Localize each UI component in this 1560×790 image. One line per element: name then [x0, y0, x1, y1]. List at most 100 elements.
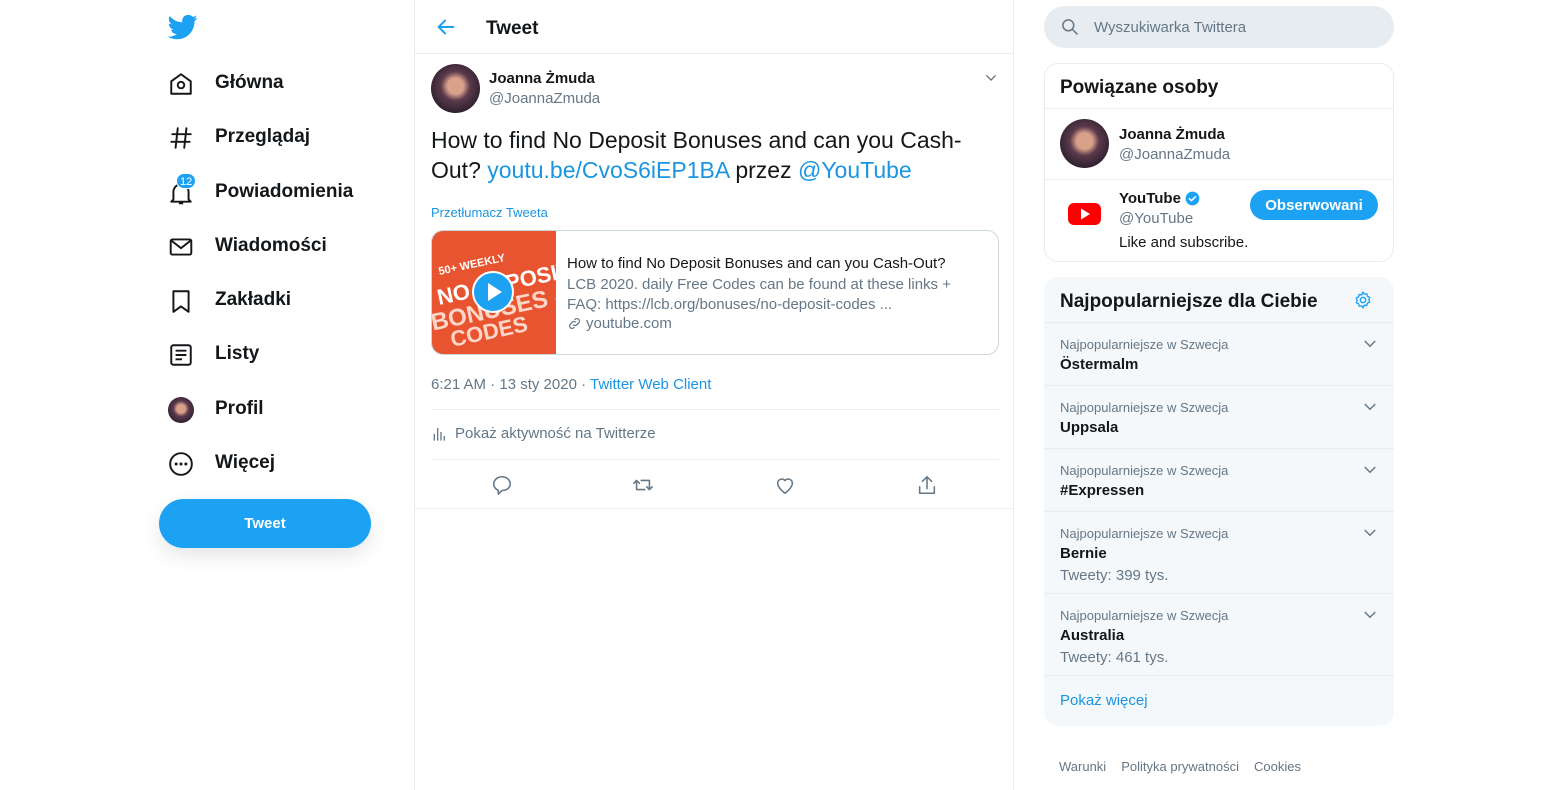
- notification-badge: 12: [176, 173, 197, 189]
- nav-label: Więcej: [215, 452, 276, 473]
- nav-item-home[interactable]: Główna: [150, 60, 390, 106]
- trend-context: Najpopularniejsze w Szwecja: [1060, 400, 1229, 415]
- card-description: LCB 2020. daily Free Codes can be found …: [567, 276, 951, 313]
- trend-tweet-count: Tweety: 461 tys.: [1060, 649, 1169, 666]
- nav-item-more[interactable]: Więcej: [150, 440, 390, 486]
- trend-name: #Expressen: [1060, 482, 1145, 499]
- tweet-time[interactable]: 6:21 AM · 13 sty 2020 ·: [431, 376, 590, 393]
- nav-label: Główna: [215, 72, 284, 93]
- related-person-handle[interactable]: @YouTube: [1119, 210, 1193, 227]
- bookmark-icon: [172, 290, 190, 313]
- author-name[interactable]: Joanna Żmuda: [489, 70, 595, 87]
- search-input[interactable]: [1094, 17, 1374, 37]
- link-icon: [569, 318, 580, 329]
- avatar[interactable]: [1060, 119, 1109, 168]
- share-icon[interactable]: [916, 474, 938, 496]
- trend-name: Bernie: [1060, 545, 1107, 562]
- nav-label: Wiadomości: [215, 235, 327, 256]
- nav-item-messages[interactable]: Wiadomości: [150, 223, 390, 269]
- trends-panel: Najpopularniejsze dla Ciebie Najpopularn…: [1044, 277, 1394, 726]
- search-icon: [1062, 19, 1078, 35]
- left-navigation: Główna Przeglądaj 12 Powiadomienia Wiado…: [150, 0, 414, 790]
- activity-label: Pokaż aktywność na Twitterze: [455, 425, 656, 442]
- tweet-meta: 6:21 AM · 13 sty 2020 · Twitter Web Clie…: [431, 376, 711, 393]
- nav-label: Listy: [215, 343, 260, 364]
- nav-label: Zakładki: [215, 289, 292, 310]
- tweet-text: How to find No Deposit Bonuses and can y…: [431, 125, 1001, 185]
- trend-context: Najpopularniejsze w Szwecja: [1060, 337, 1229, 352]
- page-header: Tweet: [415, 0, 1013, 54]
- author-handle[interactable]: @JoannaZmuda: [489, 90, 600, 107]
- chevron-down-icon[interactable]: [1361, 524, 1379, 542]
- reply-icon[interactable]: [491, 474, 513, 496]
- related-people-panel: Powiązane osoby Joanna Żmuda @JoannaZmud…: [1044, 63, 1394, 262]
- footer-link-privacy[interactable]: Polityka prywatności: [1121, 759, 1239, 774]
- translate-tweet-link[interactable]: Przetłumacz Tweeta: [431, 205, 548, 220]
- nav-item-explore[interactable]: Przeglądaj: [150, 114, 390, 160]
- chevron-down-icon[interactable]: [1361, 335, 1379, 353]
- related-person-name[interactable]: YouTube: [1119, 190, 1200, 207]
- list-icon: [170, 344, 192, 366]
- link-preview-card[interactable]: 50+ WEEKLY NO DEPOSIT BONUSES & CODES Ho…: [431, 230, 999, 355]
- tweet-client[interactable]: Twitter Web Client: [590, 376, 711, 393]
- trend-item[interactable]: Najpopularniejsze w Szwecja Östermalm: [1044, 322, 1394, 385]
- divider: [1045, 108, 1393, 109]
- tweet-mention[interactable]: @YouTube: [798, 157, 912, 183]
- nav-label: Przeglądaj: [215, 126, 311, 147]
- nav-item-profile[interactable]: Profil: [150, 386, 390, 432]
- related-person-bio: Like and subscribe.: [1119, 234, 1249, 251]
- mail-icon: [169, 238, 193, 256]
- card-thumbnail: 50+ WEEKLY NO DEPOSIT BONUSES & CODES: [432, 231, 556, 354]
- trend-name: Östermalm: [1060, 356, 1139, 373]
- footer-link-terms[interactable]: Warunki: [1059, 759, 1106, 774]
- chevron-down-icon[interactable]: [1361, 398, 1379, 416]
- tweet-text-part: przez: [728, 157, 798, 183]
- following-button[interactable]: Obserwowani: [1250, 190, 1378, 220]
- tweet-link[interactable]: youtu.be/CvoS6iEP1BA: [487, 157, 729, 183]
- related-person-handle[interactable]: @JoannaZmuda: [1119, 146, 1230, 163]
- more-icon: [169, 452, 193, 476]
- trend-name: Australia: [1060, 627, 1125, 644]
- chevron-down-icon[interactable]: [1361, 606, 1379, 624]
- panel-title: Powiązane osoby: [1060, 77, 1219, 98]
- chevron-down-icon[interactable]: [1361, 461, 1379, 479]
- nav-item-lists[interactable]: Listy: [150, 331, 390, 377]
- trend-context: Najpopularniejsze w Szwecja: [1060, 463, 1229, 478]
- nav-item-bookmarks[interactable]: Zakładki: [150, 277, 390, 323]
- trend-item[interactable]: Najpopularniejsze w Szwecja Bernie Tweet…: [1044, 511, 1394, 593]
- nav-item-notifications[interactable]: 12 Powiadomienia: [150, 169, 390, 215]
- verified-badge-icon: [1185, 191, 1200, 206]
- trend-context: Najpopularniejsze w Szwecja: [1060, 526, 1229, 541]
- hashtag-icon: [170, 127, 192, 149]
- trend-item[interactable]: Najpopularniejsze w Szwecja Australia Tw…: [1044, 593, 1394, 675]
- retweet-icon[interactable]: [632, 474, 654, 496]
- divider: [431, 409, 999, 410]
- tweet-compose-button[interactable]: Tweet: [159, 499, 371, 548]
- panel-title: Najpopularniejsze dla Ciebie: [1060, 291, 1318, 312]
- home-icon: [170, 73, 192, 95]
- main-column: Tweet Joanna Żmuda @JoannaZmuda How to f…: [414, 0, 1014, 790]
- related-person-name-text: YouTube: [1119, 190, 1181, 207]
- page-title: Tweet: [486, 18, 539, 39]
- play-icon[interactable]: [472, 271, 514, 313]
- youtube-logo-icon[interactable]: [1060, 189, 1109, 238]
- divider: [1045, 179, 1393, 180]
- tweet-activity-link[interactable]: Pokaż aktywność na Twitterze: [431, 425, 656, 442]
- twitter-logo-icon[interactable]: [168, 12, 198, 42]
- chevron-down-icon[interactable]: [983, 70, 999, 86]
- divider: [431, 459, 999, 460]
- related-person-name[interactable]: Joanna Żmuda: [1119, 126, 1225, 143]
- trend-item[interactable]: Najpopularniejsze w Szwecja Uppsala: [1044, 385, 1394, 448]
- trend-context: Najpopularniejsze w Szwecja: [1060, 608, 1229, 623]
- gear-icon[interactable]: [1353, 290, 1373, 310]
- avatar: [168, 397, 194, 423]
- like-heart-icon[interactable]: [774, 474, 796, 496]
- footer-link-cookies[interactable]: Cookies: [1254, 759, 1301, 774]
- card-title: How to find No Deposit Bonuses and can y…: [567, 255, 946, 272]
- author-avatar[interactable]: [431, 64, 480, 113]
- back-arrow-icon[interactable]: [435, 16, 457, 38]
- trend-item[interactable]: Najpopularniejsze w Szwecja #Expressen: [1044, 448, 1394, 511]
- show-more-link[interactable]: Pokaż więcej: [1060, 692, 1148, 709]
- search-box[interactable]: [1044, 6, 1394, 48]
- card-domain: youtube.com: [567, 315, 672, 332]
